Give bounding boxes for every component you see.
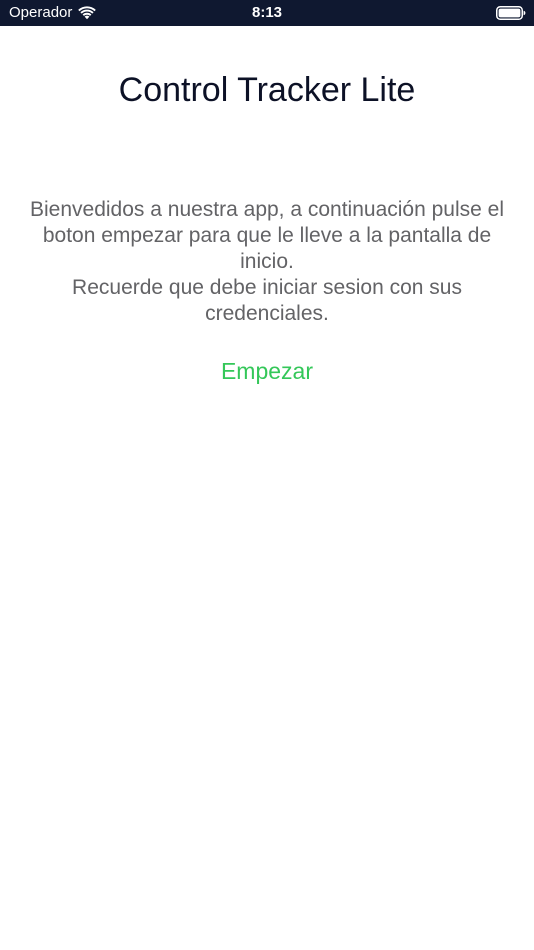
welcome-paragraph-1: Bienvedidos a nuestra app, a continuació… [30, 198, 504, 273]
status-bar: Operador 8:13 [0, 0, 534, 26]
battery-full-icon [496, 6, 526, 20]
app-screen: Operador 8:13 Control Tracker Lite Bienv… [0, 0, 534, 950]
start-button[interactable]: Empezar [167, 354, 367, 388]
app-title: Control Tracker Lite [118, 71, 416, 109]
status-time: 8:13 [251, 4, 283, 21]
welcome-paragraph-2: Recuerde que debe iniciar sesion con sus… [72, 276, 462, 325]
welcome-message: Bienvedidos a nuestra app, a continuació… [20, 197, 514, 327]
